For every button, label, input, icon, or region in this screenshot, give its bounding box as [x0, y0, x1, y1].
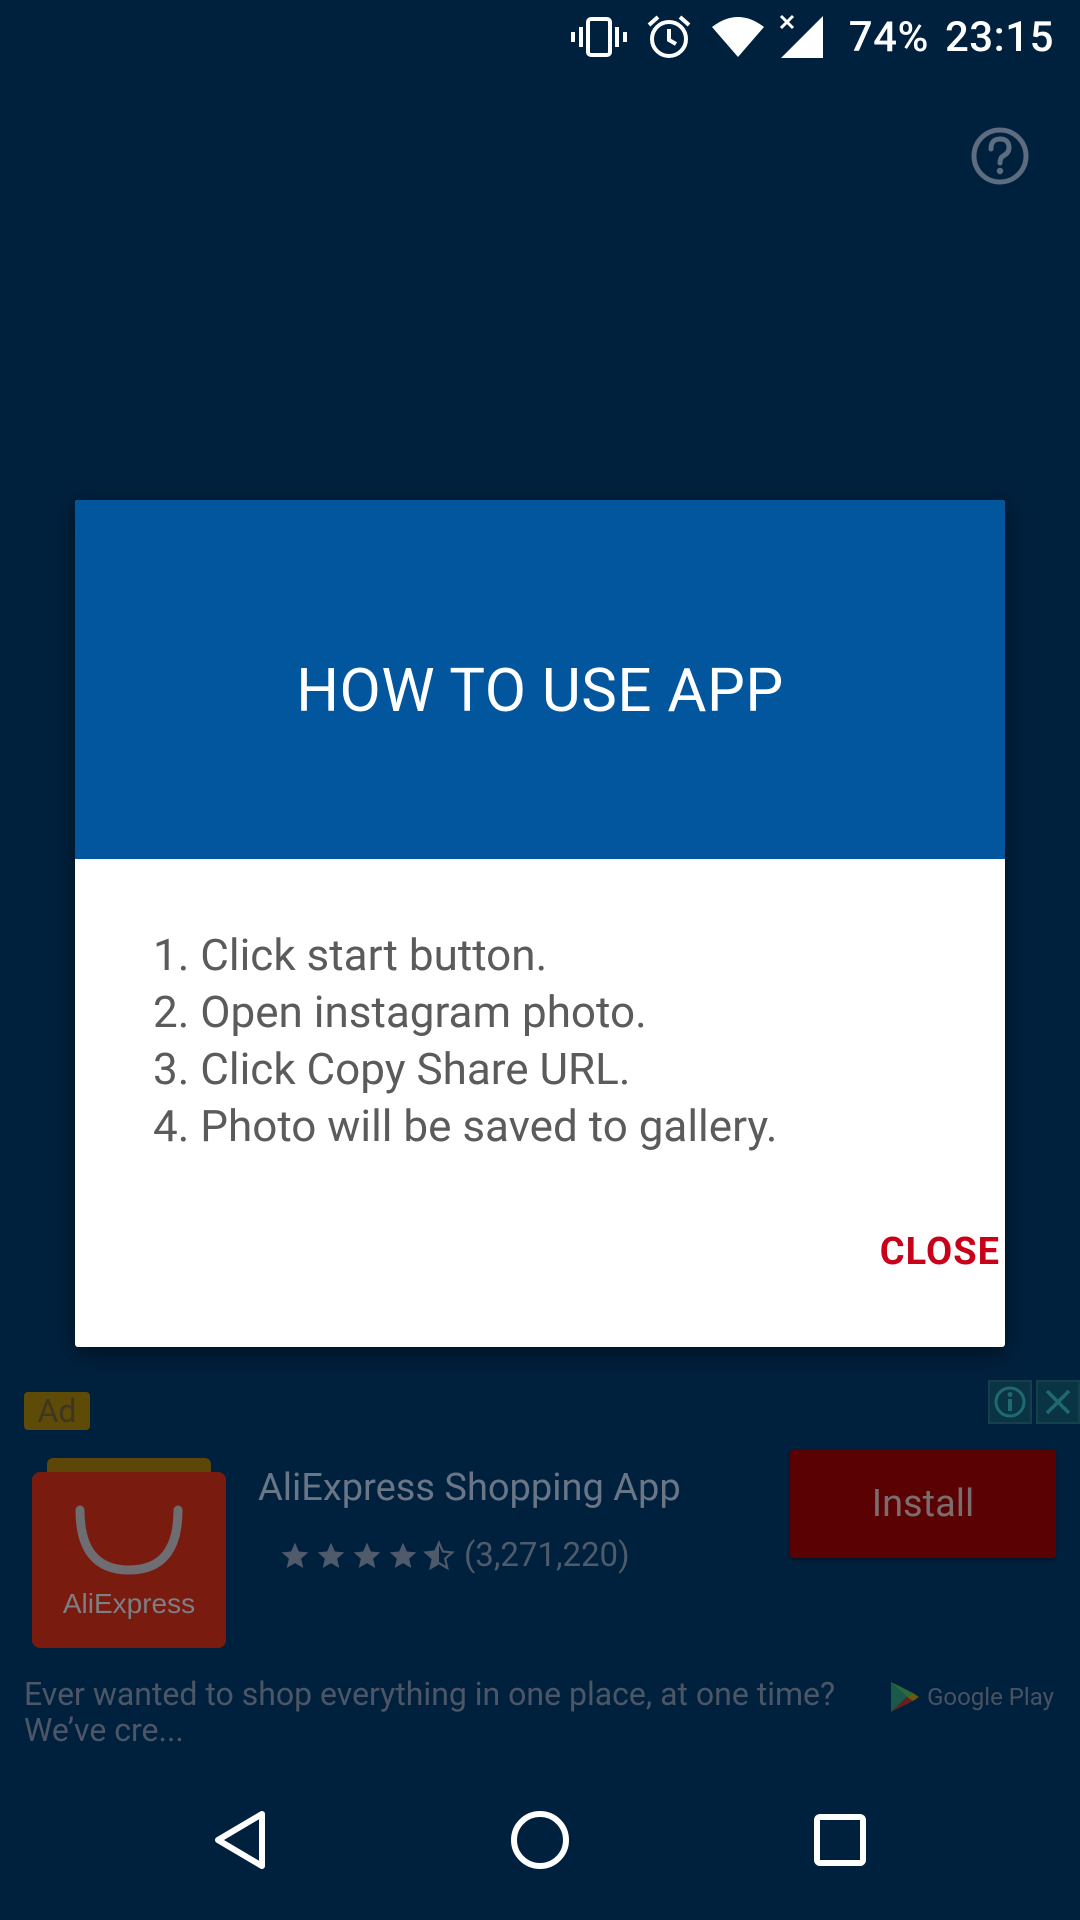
star-icon [317, 1542, 345, 1568]
screen: 74% 23:15 HOW TO USE APP 1. Click start … [0, 0, 1080, 1920]
status-icons: 74% 23:15 [570, 12, 1054, 62]
star-rating [278, 1539, 458, 1572]
half-star-icon [423, 1539, 455, 1570]
step-4: 4. Photo will be saved to gallery. [153, 1100, 778, 1152]
status-bar: 74% 23:15 [0, 0, 1080, 72]
star-icon [389, 1542, 417, 1568]
vibrate-icon [570, 12, 627, 62]
ad-app-name[interactable]: AliExpress Shopping App [258, 1466, 681, 1510]
back-icon[interactable] [190, 1790, 290, 1890]
aliexpress-logo[interactable]: AliExpress [32, 1458, 226, 1648]
step-3: 3. Click Copy Share URL. [153, 1043, 631, 1095]
dialog-title: HOW TO USE APP [296, 655, 784, 726]
help-icon[interactable] [970, 126, 1030, 186]
ad-banner[interactable]: Ad AliExpress AliExpress Shopping App (3… [0, 1380, 1080, 1760]
logo-text: AliExpress [63, 1588, 195, 1619]
home-icon[interactable] [490, 1790, 590, 1890]
how-to-dialog: HOW TO USE APP 1. Click start button. 2.… [75, 500, 1005, 1347]
ad-choices [984, 1380, 1080, 1424]
step-2: 2. Open instagram photo. [153, 986, 647, 1038]
ad-description: Ever wanted to shop everything in one pl… [24, 1675, 836, 1749]
close-button[interactable]: CLOSE [880, 1230, 1000, 1274]
ad-rating: (3,271,220) [278, 1536, 630, 1575]
install-button[interactable]: Install [790, 1450, 1056, 1558]
signal-icon [779, 12, 825, 62]
star-icon [281, 1542, 309, 1568]
wifi-icon [711, 12, 765, 62]
ad-badge: Ad [24, 1392, 90, 1430]
ad-close-icon[interactable] [1036, 1380, 1080, 1424]
ad-info-icon[interactable] [988, 1380, 1032, 1424]
star-icon [353, 1542, 381, 1568]
dialog-body: 1. Click start button. 2. Open instagram… [75, 859, 1005, 1155]
dialog-header: HOW TO USE APP [75, 500, 1005, 859]
step-1: 1. Click start button. [153, 929, 548, 981]
rating-count: (3,271,220) [464, 1536, 630, 1575]
alarm-icon [645, 12, 693, 62]
battery-percent: 74% [848, 12, 929, 62]
store-label: Google Play [927, 1683, 1054, 1711]
google-play-badge: Google Play [889, 1680, 1054, 1714]
google-play-icon [891, 1682, 920, 1712]
recents-icon[interactable] [790, 1790, 890, 1890]
nav-bar [0, 1764, 1080, 1920]
clock: 23:15 [944, 12, 1054, 62]
